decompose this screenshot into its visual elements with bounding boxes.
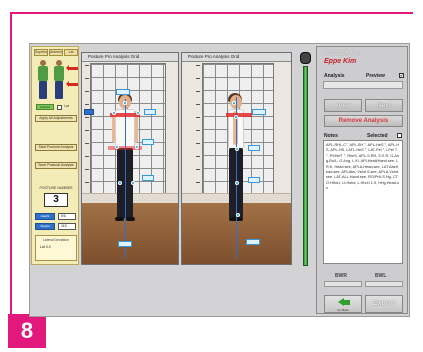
patient-name: Eppe Kim: [324, 58, 357, 65]
tab-superior[interactable]: Superior: [34, 49, 48, 56]
go-back-button[interactable]: Go Back: [324, 295, 362, 313]
weight-field[interactable]: 115: [58, 223, 76, 230]
apply-adjustments-button[interactable]: Apply All Adjustments: [35, 115, 77, 122]
export-button[interactable]: Export: [365, 295, 403, 313]
analysis-label: Analysis: [324, 73, 345, 79]
slider-thumb[interactable]: [300, 52, 311, 64]
save-analysis-button[interactable]: Save Postural Analysis: [35, 162, 77, 169]
shoulder-offset-bar: [226, 113, 252, 117]
app-title: Posture Pro: [324, 50, 361, 57]
page-number-badge: 8: [8, 314, 46, 348]
left-shoulder-tag: [84, 109, 94, 115]
red-arrow-icon: [66, 81, 78, 87]
notes-textarea[interactable]: APL-RHL-C°, APL-SH °, APL-HeS °, APL-HS,…: [323, 140, 403, 264]
lat-checkbox[interactable]: [57, 105, 62, 110]
go-back-label: Go Back: [337, 308, 349, 312]
photo-title-front: Posture Pro Analysis Grid: [82, 53, 178, 62]
hip-offset-label: [248, 145, 260, 151]
lateral-deviation-title: Lateral Deviation: [42, 238, 70, 242]
green-left-arrow-icon: [338, 298, 350, 307]
anterior-green-button[interactable]: Anterior: [36, 104, 54, 110]
prev-button[interactable]: Prev: [324, 99, 362, 112]
analysis-field[interactable]: [323, 81, 403, 89]
side-figure-icon[interactable]: [52, 60, 66, 100]
vertical-slider-icon[interactable]: [298, 52, 314, 269]
start-analysis-button[interactable]: Start Postural Analysis: [35, 144, 77, 151]
front-view-photo[interactable]: Posture Pro Analysis Grid: [81, 52, 179, 265]
selected-checkbox[interactable]: [397, 133, 402, 138]
slider-track[interactable]: [303, 66, 308, 266]
bwl-label: BWL: [375, 273, 387, 279]
left-control-panel: Superior Anterior Lat Anterior Lat Apply…: [31, 46, 79, 265]
shoulder-measure-label: [144, 109, 156, 115]
bwl-field[interactable]: [365, 281, 403, 287]
head-measure-label: [116, 89, 130, 95]
selected-label: Selected: [367, 133, 388, 139]
hip-marker[interactable]: [235, 147, 239, 151]
height-field[interactable]: 5'6: [58, 213, 76, 220]
frame-top-border: [10, 12, 413, 14]
lateral-deviation-box: Lateral Deviation Lat 0.0: [35, 235, 77, 261]
tab-lateral[interactable]: Lat: [64, 49, 78, 56]
frame-left-border: [10, 12, 12, 322]
bwr-field[interactable]: [324, 281, 362, 287]
side-view-photo[interactable]: Posture Pro Analysis Grid: [181, 52, 292, 265]
right-knee-marker[interactable]: [131, 181, 135, 185]
shoulder-offset-label: [252, 109, 266, 115]
lat-check-label: Lat: [64, 104, 69, 108]
next-button[interactable]: Next: [365, 99, 403, 112]
head-marker[interactable]: [123, 101, 127, 105]
posture-pro-window: Superior Anterior Lat Anterior Lat Apply…: [29, 43, 410, 317]
preview-checkbox[interactable]: ✔: [399, 73, 404, 78]
left-hip-marker[interactable]: [115, 145, 119, 149]
bottom-empty-area: [31, 270, 314, 316]
lateral-deviation-value: Lat 0.0: [40, 245, 51, 249]
shoulder-marker[interactable]: [234, 115, 238, 119]
red-arrow-icon: [66, 65, 78, 71]
ear-marker[interactable]: [232, 101, 236, 105]
preview-label: Preview: [366, 73, 385, 79]
ankle-marker[interactable]: [236, 213, 240, 217]
plumb-line-side: [236, 97, 237, 259]
height-row: Height 5'6: [35, 213, 77, 221]
right-hip-marker[interactable]: [135, 145, 139, 149]
left-shoulder-marker[interactable]: [112, 111, 116, 115]
posture-number-field[interactable]: 3: [44, 193, 68, 207]
front-figure-icon[interactable]: [36, 60, 50, 100]
weight-row: Weight 115: [35, 223, 77, 231]
knee-marker[interactable]: [235, 181, 239, 185]
hip-measure-label: [142, 139, 154, 145]
plumb-line-front: [125, 99, 126, 259]
height-label: Height: [35, 213, 55, 220]
notes-label: Notes: [324, 133, 338, 139]
ankle-offset-label: [246, 239, 260, 245]
posture-number-label: POSTURE NUMBER: [39, 186, 73, 190]
right-control-panel: Posture Pro Eppe Kim Analysis Preview ✔ …: [316, 46, 408, 314]
tab-anterior[interactable]: Anterior: [49, 49, 63, 56]
left-knee-marker[interactable]: [118, 181, 122, 185]
foot-measure-label: [118, 241, 132, 247]
knee-measure-label: [142, 175, 154, 181]
weight-label: Weight: [35, 223, 55, 230]
photo-title-side: Posture Pro Analysis Grid: [182, 53, 291, 62]
bwr-label: BWR: [335, 273, 347, 279]
knee-offset-label: [248, 177, 260, 183]
right-shoulder-marker[interactable]: [136, 111, 140, 115]
view-tabs: Superior Anterior Lat: [34, 49, 78, 56]
remove-analysis-button[interactable]: Remove Analysis: [324, 115, 403, 127]
